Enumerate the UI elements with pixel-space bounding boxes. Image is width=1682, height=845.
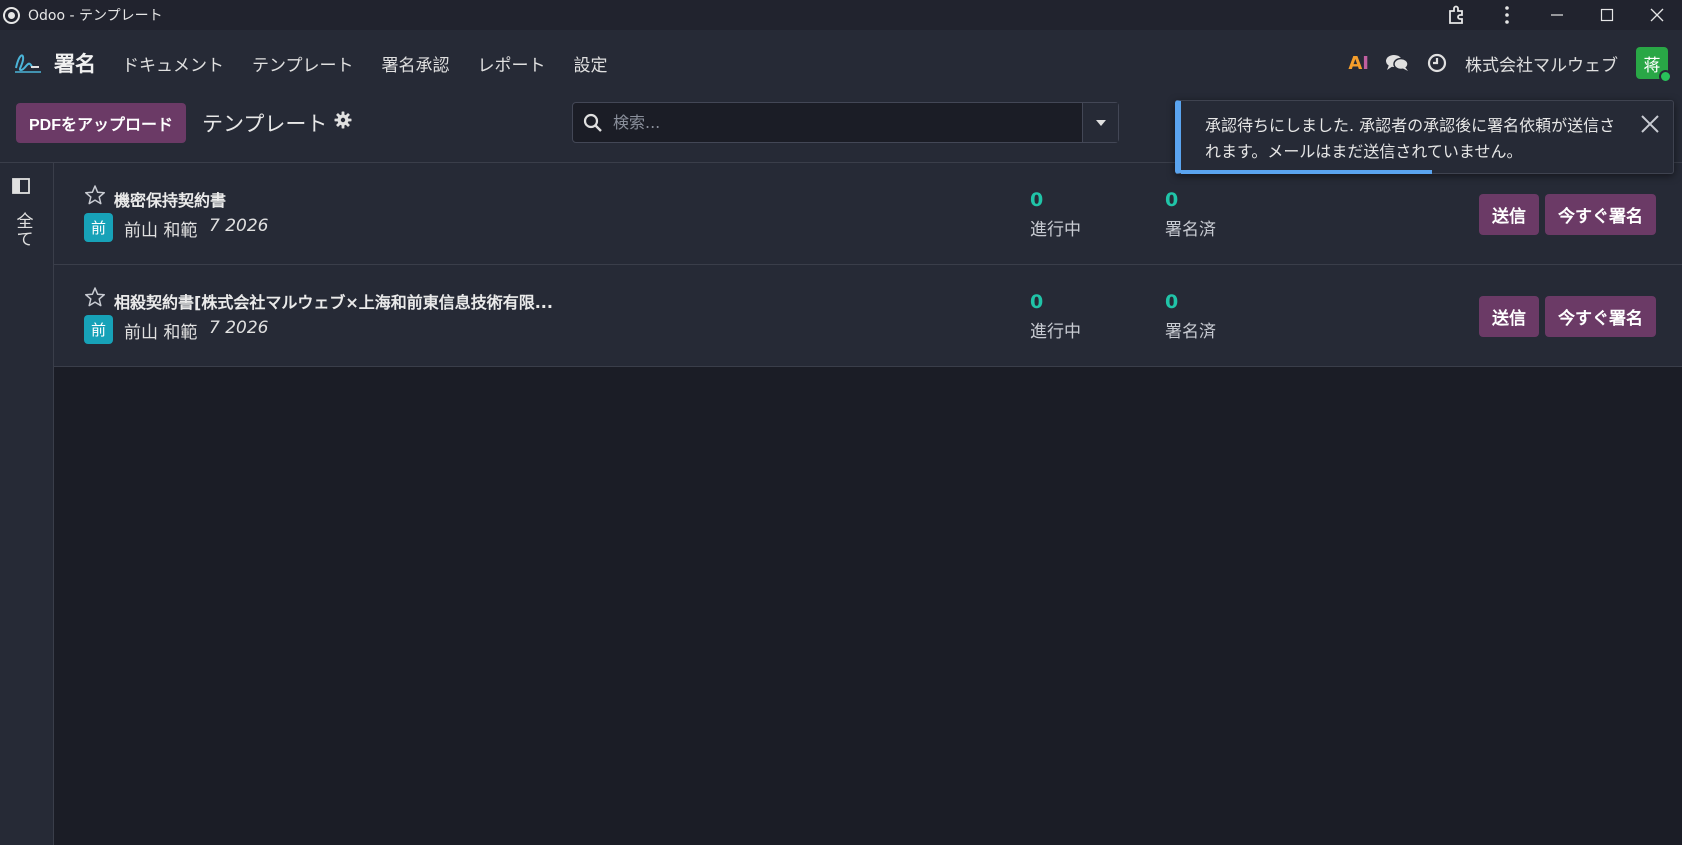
in-progress-label: 進行中: [1030, 220, 1081, 240]
ai-icon[interactable]: AI: [1348, 53, 1369, 74]
in-progress-stat[interactable]: 0 進行中: [1030, 189, 1081, 240]
navbar-systray: AI 株式会社マルウェブ 蒋: [1348, 30, 1672, 96]
side-panel: 全て: [0, 163, 54, 845]
signed-stat[interactable]: 0 署名済: [1165, 189, 1216, 240]
menu-templates[interactable]: テンプレート: [252, 51, 354, 76]
sign-now-button[interactable]: 今すぐ署名: [1545, 194, 1656, 235]
gear-icon[interactable]: [334, 111, 354, 131]
signed-label: 署名済: [1165, 322, 1216, 342]
search-icon: [573, 113, 613, 133]
odoo-app-icon: [3, 6, 20, 24]
owner-name: 前山 和範: [124, 323, 198, 343]
template-name[interactable]: 機密保持契約書: [114, 187, 226, 211]
company-switcher[interactable]: 株式会社マルウェブ: [1465, 51, 1618, 76]
star-icon[interactable]: [84, 184, 106, 206]
window-controls: [1432, 0, 1682, 30]
app-name: 署名: [54, 52, 96, 76]
template-date: 7 2026: [209, 318, 269, 338]
upload-pdf-button[interactable]: PDFをアップロード: [16, 103, 187, 143]
template-date: 7 2026: [209, 216, 269, 236]
menu-reports[interactable]: レポート: [478, 51, 546, 76]
notification-toast: 承認待ちにしました. 承認者の承認後に署名依頼が送信されます。メールはまだ送信さ…: [1175, 100, 1674, 174]
more-options-icon[interactable]: [1482, 0, 1532, 30]
close-icon[interactable]: [1639, 113, 1661, 135]
menu-settings[interactable]: 設定: [574, 51, 608, 76]
main-navbar: 署名 ドキュメント テンプレート 署名承認 レポート 設定 AI 株式会社マルウ…: [0, 30, 1682, 96]
filter-all[interactable]: 全て: [16, 213, 34, 249]
app-brand[interactable]: 署名: [13, 48, 96, 78]
chat-icon[interactable]: [1385, 51, 1409, 75]
signed-label: 署名済: [1165, 220, 1216, 240]
extensions-icon[interactable]: [1432, 0, 1482, 30]
send-button[interactable]: 送信: [1479, 194, 1539, 235]
template-list: 機密保持契約書 前 前山 和範 7 2026 0 進行中 0 署名済 送信 今す…: [54, 163, 1682, 367]
main-menu: ドキュメント テンプレート 署名承認 レポート 設定: [122, 51, 636, 76]
template-name[interactable]: 相殺契約書[株式会社マルウェブ×上海和前東信息技術有限...: [114, 289, 553, 313]
signed-count: 0: [1165, 291, 1179, 313]
toast-progress-bar: [1181, 170, 1432, 174]
caret-down-icon: [1095, 119, 1106, 126]
owner-name: 前山 和範: [124, 221, 198, 241]
owner-initial-badge: 前: [84, 213, 113, 242]
search-bar: [572, 102, 1119, 143]
window-titlebar: Odoo - テンプレート: [0, 0, 1682, 30]
in-progress-label: 進行中: [1030, 322, 1081, 342]
maximize-icon[interactable]: [1582, 0, 1632, 30]
window-title: Odoo - テンプレート: [28, 8, 163, 24]
menu-documents[interactable]: ドキュメント: [122, 51, 224, 76]
close-window-icon[interactable]: [1632, 0, 1682, 30]
sign-app-icon: [15, 54, 41, 73]
sign-now-button[interactable]: 今すぐ署名: [1545, 296, 1656, 337]
owner-initial-badge: 前: [84, 315, 113, 344]
in-progress-count: 0: [1030, 291, 1044, 313]
signed-count: 0: [1165, 189, 1179, 211]
send-button[interactable]: 送信: [1479, 296, 1539, 337]
page-title: テンプレート: [202, 112, 328, 136]
minimize-icon[interactable]: [1532, 0, 1582, 30]
search-options-toggle[interactable]: [1082, 103, 1118, 142]
star-icon[interactable]: [84, 286, 106, 308]
template-row[interactable]: 機密保持契約書 前 前山 和範 7 2026 0 進行中 0 署名済 送信 今す…: [54, 163, 1682, 265]
online-status-dot: [1659, 70, 1672, 83]
clock-icon[interactable]: [1425, 51, 1449, 75]
menu-sign-approval[interactable]: 署名承認: [382, 51, 450, 76]
avatar-initial: 蒋: [1643, 55, 1661, 76]
in-progress-count: 0: [1030, 189, 1044, 211]
search-input[interactable]: [613, 103, 1082, 142]
sidebar-toggle-icon[interactable]: [12, 178, 30, 194]
user-avatar[interactable]: 蒋: [1636, 47, 1672, 83]
signed-stat[interactable]: 0 署名済: [1165, 291, 1216, 342]
in-progress-stat[interactable]: 0 進行中: [1030, 291, 1081, 342]
toast-message: 承認待ちにしました. 承認者の承認後に署名依頼が送信されます。メールはまだ送信さ…: [1205, 116, 1616, 161]
template-row[interactable]: 相殺契約書[株式会社マルウェブ×上海和前東信息技術有限... 前 前山 和範 7…: [54, 265, 1682, 367]
